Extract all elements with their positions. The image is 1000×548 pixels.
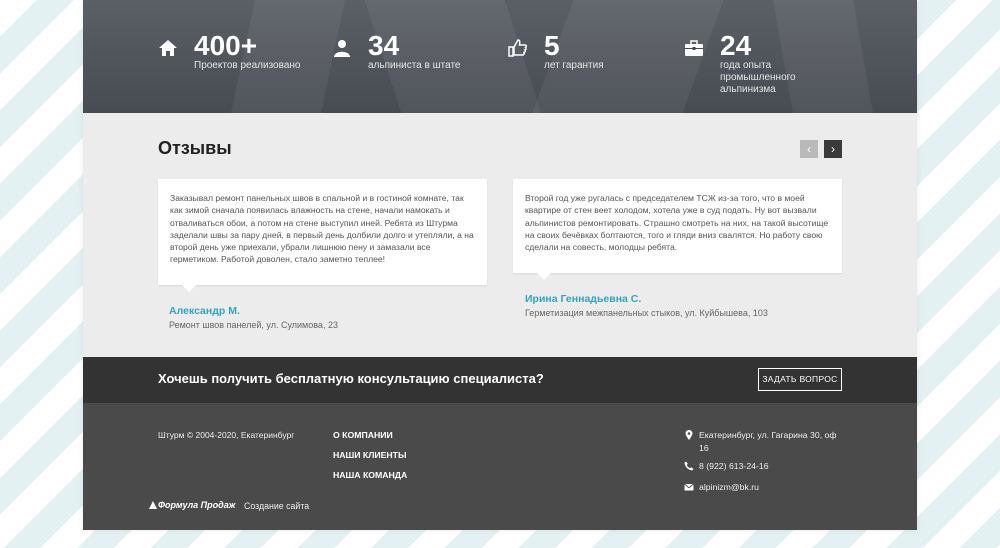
review-author-info: Герметизация межпанельных стыков, ул. Ку… [525, 308, 768, 318]
map-marker-icon [685, 430, 693, 440]
user-icon [334, 40, 350, 57]
footer-link-team[interactable]: НАША КОМАНДА [333, 470, 407, 480]
copyright: Штурм © 2004-2020, Екатеринбург [158, 430, 295, 440]
carousel-prev-button[interactable]: ‹ [800, 140, 818, 158]
carousel-next-button[interactable]: › [824, 140, 842, 158]
review-author: Ирина Геннадьевна С. [525, 293, 642, 305]
stat-number: 24 [720, 30, 752, 61]
page-container: 400+ Проектов реализовано 34 альпиниста … [83, 0, 917, 530]
review-card: Второй год уже ругалась с председателем … [513, 179, 842, 280]
review-card: Заказывал ремонт панельных швов в спальн… [158, 179, 487, 292]
review-author: Александр М. [169, 305, 240, 317]
review-text: Заказывал ремонт панельных швов в спальн… [170, 193, 474, 265]
footer-link-about[interactable]: О КОМПАНИИ [333, 430, 393, 440]
stat-label: лет гарантия [544, 60, 604, 71]
footer: Штурм © 2004-2020, Екатеринбург О КОМПАН… [83, 403, 917, 530]
stat-label: альпиниста в штате [368, 60, 461, 71]
reviews-title: Отзывы [158, 138, 232, 158]
review-author-info: Ремонт швов панелей, ул. Сулимова, 23 [169, 320, 338, 330]
email-text[interactable]: alpinizm@bk.ru [699, 481, 844, 494]
stat-label: года опыта промышленного альпинизма [720, 60, 796, 95]
stat-number: 34 [368, 30, 400, 61]
logo-triangle-icon [149, 501, 157, 509]
briefcase-icon [685, 40, 703, 56]
review-text: Второй год уже ругалась с председателем … [525, 193, 829, 253]
stat-number: 5 [544, 30, 560, 61]
stat-label: Проектов реализовано [194, 60, 301, 71]
stat-number: 400+ [194, 30, 258, 61]
stats-banner: 400+ Проектов реализовано 34 альпиниста … [83, 0, 917, 113]
phone-text[interactable]: 8 (922) 613-24-16 [699, 460, 844, 473]
ask-question-button[interactable]: ЗАДАТЬ ВОПРОС [758, 368, 842, 391]
consultation-banner: Хочешь получить бесплатную консультацию … [83, 357, 917, 403]
home-icon [159, 40, 177, 56]
thumbs-up-icon [508, 39, 527, 57]
brand-logo[interactable]: Формула Продаж [149, 500, 235, 510]
site-creation-link[interactable]: Создание сайта [244, 501, 309, 511]
brand-name: Формула Продаж [158, 500, 236, 510]
consultation-text: Хочешь получить бесплатную консультацию … [158, 371, 544, 386]
phone-icon [684, 461, 694, 471]
footer-link-clients[interactable]: НАШИ КЛИЕНТЫ [333, 450, 406, 460]
address-text: Екатеринбург, ул. Гагарина 30, оф 16 [699, 430, 837, 453]
envelope-icon [684, 483, 694, 491]
